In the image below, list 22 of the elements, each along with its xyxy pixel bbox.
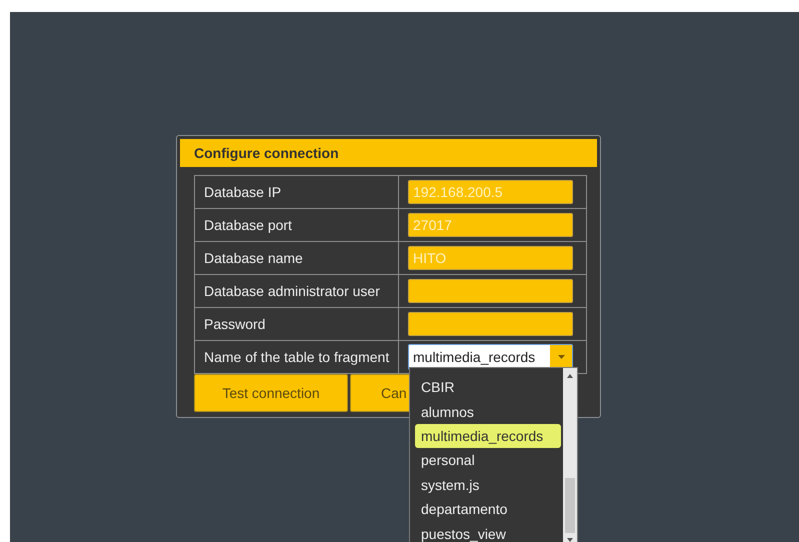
caret-icon [558,355,564,359]
field-label: Database IP [195,176,399,208]
dropdown-option[interactable]: multimedia_records [415,424,561,448]
dropdown-option[interactable]: alumnos [415,399,561,424]
field-label: Password [195,308,399,340]
field-label: Database administrator user [195,275,399,307]
scrollbar-thumb[interactable] [565,478,575,533]
test-connection-button[interactable]: Test connection [194,374,348,412]
scroll-up-icon [567,374,573,378]
field-label: Database port [195,209,399,241]
dropdown-option[interactable]: departamento [415,497,561,522]
input-field[interactable] [408,312,573,336]
dropdown-option[interactable]: puestos_view [415,522,561,542]
scrollbar[interactable] [563,368,577,542]
scroll-down-icon [567,538,573,542]
field-label: Name of the table to fragment [195,341,399,373]
dropdown-option[interactable]: CBIR [415,375,561,400]
dropdown-option[interactable]: personal [415,448,561,473]
dialog-title: Configure connection [180,139,597,167]
dropdown-option[interactable]: system.js [415,472,561,498]
input-field[interactable] [408,279,573,303]
field-label: Database name [195,242,399,274]
